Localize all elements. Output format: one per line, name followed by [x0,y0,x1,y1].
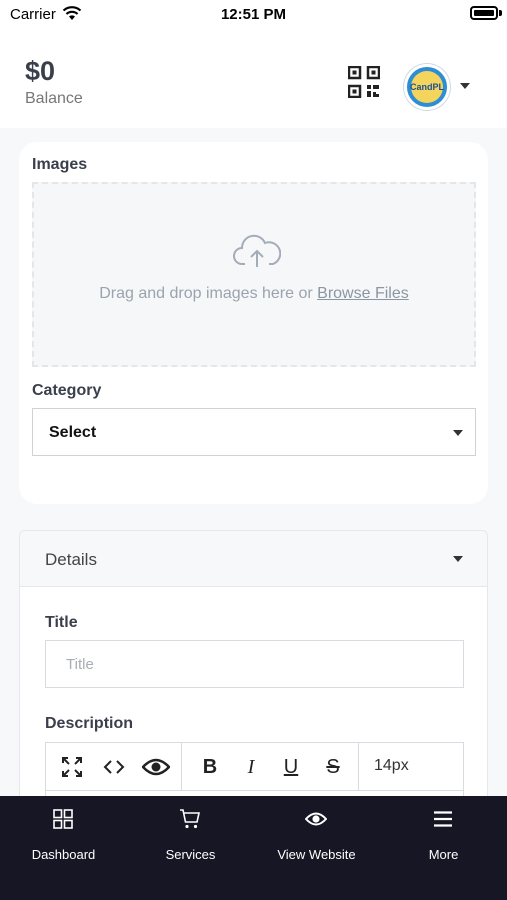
image-dropzone[interactable]: Drag and drop images here or Browse File… [32,182,476,367]
tab-more[interactable]: More [380,808,507,868]
tab-view-website[interactable]: View Website [253,808,380,868]
chevron-down-icon [453,430,463,436]
code-view-icon[interactable] [101,754,127,780]
bold-button[interactable]: B [197,754,223,780]
strikethrough-button[interactable]: S [320,754,346,780]
tab-label: More [428,847,459,862]
details-title: Details [45,550,97,569]
bottom-tab-bar: Dashboard Services View Website More [0,796,507,900]
preview-eye-icon[interactable] [141,754,171,780]
category-select-value: Select [49,424,97,441]
clock: 12:51 PM [220,6,287,23]
details-accordion-header[interactable]: Details [20,531,487,587]
category-select[interactable]: Select [32,408,476,456]
drop-text: Drag and drop images here or [99,285,313,302]
qr-code-icon[interactable] [348,66,380,98]
battery-tip [499,10,502,16]
category-label: Category [32,382,102,399]
description-label: Description [45,715,134,732]
images-card: Images Drag and drop images here or Brow… [19,142,488,504]
fullscreen-icon[interactable] [59,754,85,780]
avatar[interactable]: CandPL [404,64,450,110]
editor-toolbar: B I U S 14px [45,742,464,791]
browse-files-link[interactable]: Browse Files [317,285,409,302]
balance-label: Balance [25,90,83,107]
app-header: $0 Balance CandPL [0,30,507,128]
details-card: Details Title Description [19,530,488,810]
cart-icon [180,809,200,829]
tab-services[interactable]: Services [127,808,254,868]
balance-amount: $0 [25,56,56,86]
menu-icon [434,811,452,827]
toolbar-view-group [46,743,182,790]
title-input[interactable] [45,640,464,688]
italic-button[interactable]: I [238,754,264,780]
title-label: Title [45,614,78,631]
grid-icon [53,809,73,829]
tab-label: Dashboard [31,847,96,862]
tab-label: Services [165,847,216,862]
drop-instructions: Drag and drop images here or Browse File… [34,285,474,303]
battery-icon [470,6,498,20]
tab-dashboard[interactable]: Dashboard [0,808,127,868]
chevron-down-icon[interactable] [460,83,470,89]
font-size-select[interactable]: 14px [374,757,409,775]
underline-button[interactable]: U [278,754,304,780]
images-label: Images [32,156,88,173]
chevron-down-icon [453,556,463,562]
tab-label: View Website [277,847,356,862]
cloud-upload-icon [233,234,281,267]
status-bar: Carrier 12:51 PM [0,0,507,30]
avatar-text: CandPL [409,82,444,92]
toolbar-format-group: B I U S [182,743,359,790]
eye-icon [305,812,327,826]
